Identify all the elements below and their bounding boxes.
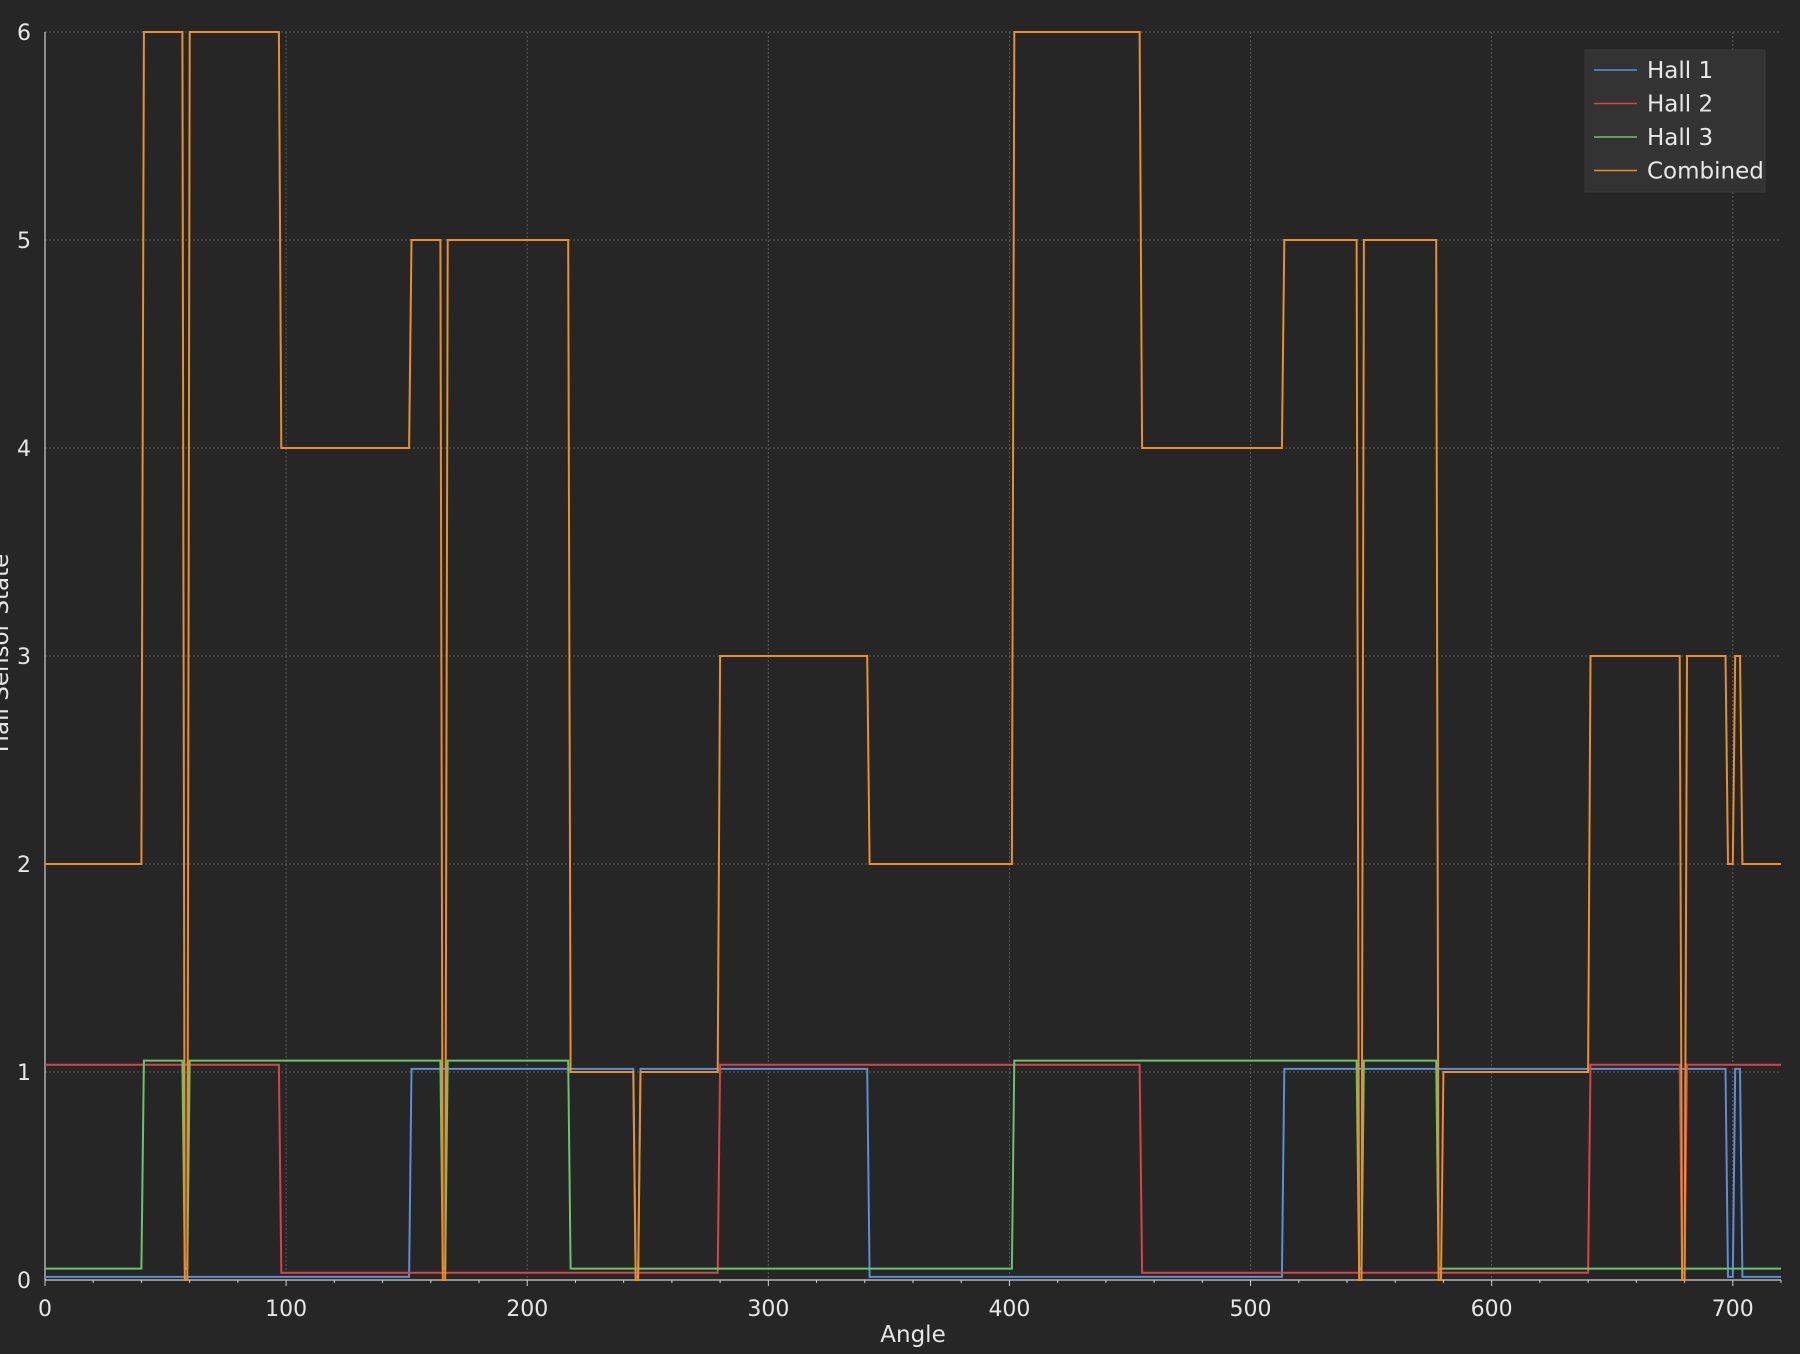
x-tick-label-100: 100 — [265, 1297, 307, 1322]
hall-sensor-chart: 0 1 2 3 4 5 6 0 100 200 300 400 500 600 700 Angle Hall… — [0, 0, 1800, 1354]
x-tick-label-400: 400 — [988, 1297, 1030, 1322]
x-tick-label-200: 200 — [506, 1297, 548, 1322]
x-tick-label-600: 600 — [1471, 1297, 1513, 1322]
legend-label-3: Hall 3 — [1647, 125, 1713, 151]
legend: Hall 1 Hall 2 Hall 3 Combined — [1584, 49, 1766, 193]
y-tick-label-5: 5 — [17, 229, 31, 254]
legend-label-4: Combined — [1647, 159, 1764, 185]
plot-background — [0, 0, 1800, 1354]
x-tick-label-0: 0 — [38, 1297, 52, 1322]
y-tick-label-3: 3 — [17, 645, 31, 670]
x-tick-label-700: 700 — [1712, 1297, 1754, 1322]
y-tick-label-6: 6 — [17, 21, 31, 46]
x-axis-label: Angle — [880, 1322, 945, 1348]
legend-label-1: Hall 1 — [1647, 58, 1713, 84]
y-tick-label-4: 4 — [17, 437, 31, 462]
legend-label-2: Hall 2 — [1647, 92, 1713, 118]
y-tick-label-0: 0 — [17, 1269, 31, 1294]
y-tick-label-1: 1 — [17, 1061, 31, 1086]
x-tick-label-300: 300 — [747, 1297, 789, 1322]
x-tick-label-500: 500 — [1230, 1297, 1272, 1322]
y-tick-label-2: 2 — [17, 853, 31, 878]
y-axis-label: Hall Sensor State — [0, 554, 14, 753]
